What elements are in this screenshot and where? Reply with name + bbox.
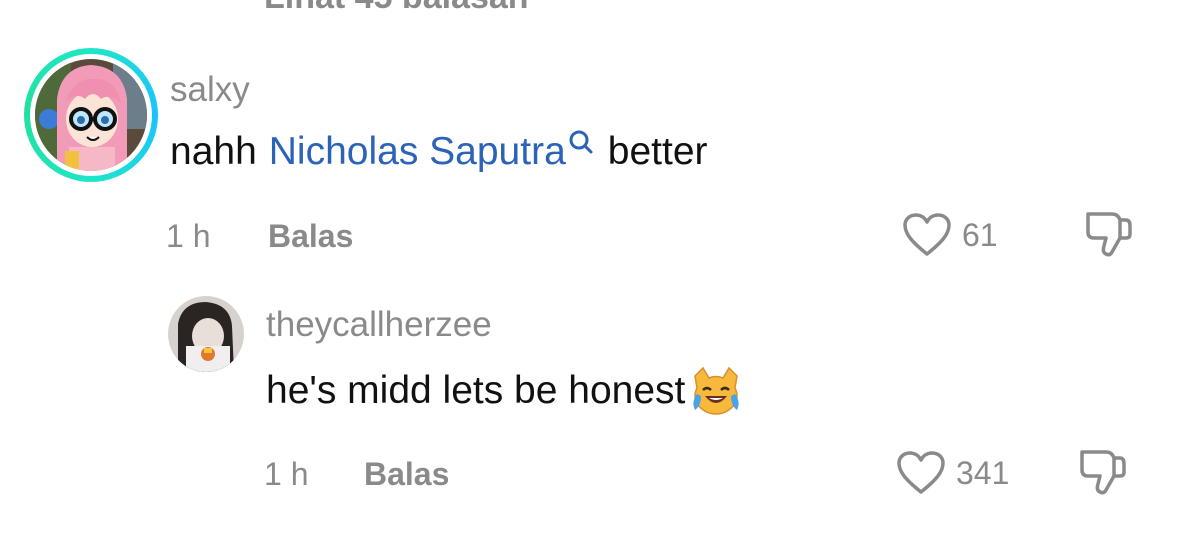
comment-text-after: better [607, 130, 708, 173]
avatar-story-ring[interactable] [24, 48, 158, 182]
like-count: 61 [962, 216, 998, 253]
reply-button[interactable]: Balas [268, 218, 353, 255]
like-button[interactable]: 61 [902, 212, 998, 258]
comment-text-before: nahh [170, 130, 257, 173]
avatar[interactable] [35, 59, 147, 171]
thumbs-down-icon [1080, 450, 1126, 495]
reply-avatar[interactable] [168, 296, 244, 372]
reply-dislike-button[interactable] [1076, 446, 1128, 503]
reply-text: he's midd lets be honest [266, 366, 743, 416]
cat-tears-of-joy-icon [689, 366, 743, 416]
avatar-ring-gap [30, 54, 152, 176]
dislike-button[interactable] [1082, 208, 1134, 265]
comment-text: nahh Nicholas Saputra better [170, 130, 708, 174]
heart-outline-icon [897, 451, 945, 494]
view-replies-link-partial[interactable]: Lihat 45 balasan [264, 0, 529, 17]
mention-link[interactable]: Nicholas Saputra [269, 130, 566, 174]
reply-username[interactable]: theycallherzee [266, 305, 492, 345]
search-icon[interactable] [568, 125, 594, 155]
comment-username[interactable]: salxy [170, 70, 250, 110]
thumbs-down-icon [1086, 212, 1132, 257]
heart-outline-icon [903, 213, 951, 256]
reply-like-button[interactable]: 341 [896, 450, 1009, 496]
reply-timestamp: 1 h [264, 456, 309, 492]
reply-like-count: 341 [956, 454, 1010, 491]
reply-reply-button[interactable]: Balas [364, 456, 449, 493]
comment-timestamp: 1 h [166, 218, 211, 254]
reply-text-body: he's midd lets be honest [266, 369, 686, 412]
